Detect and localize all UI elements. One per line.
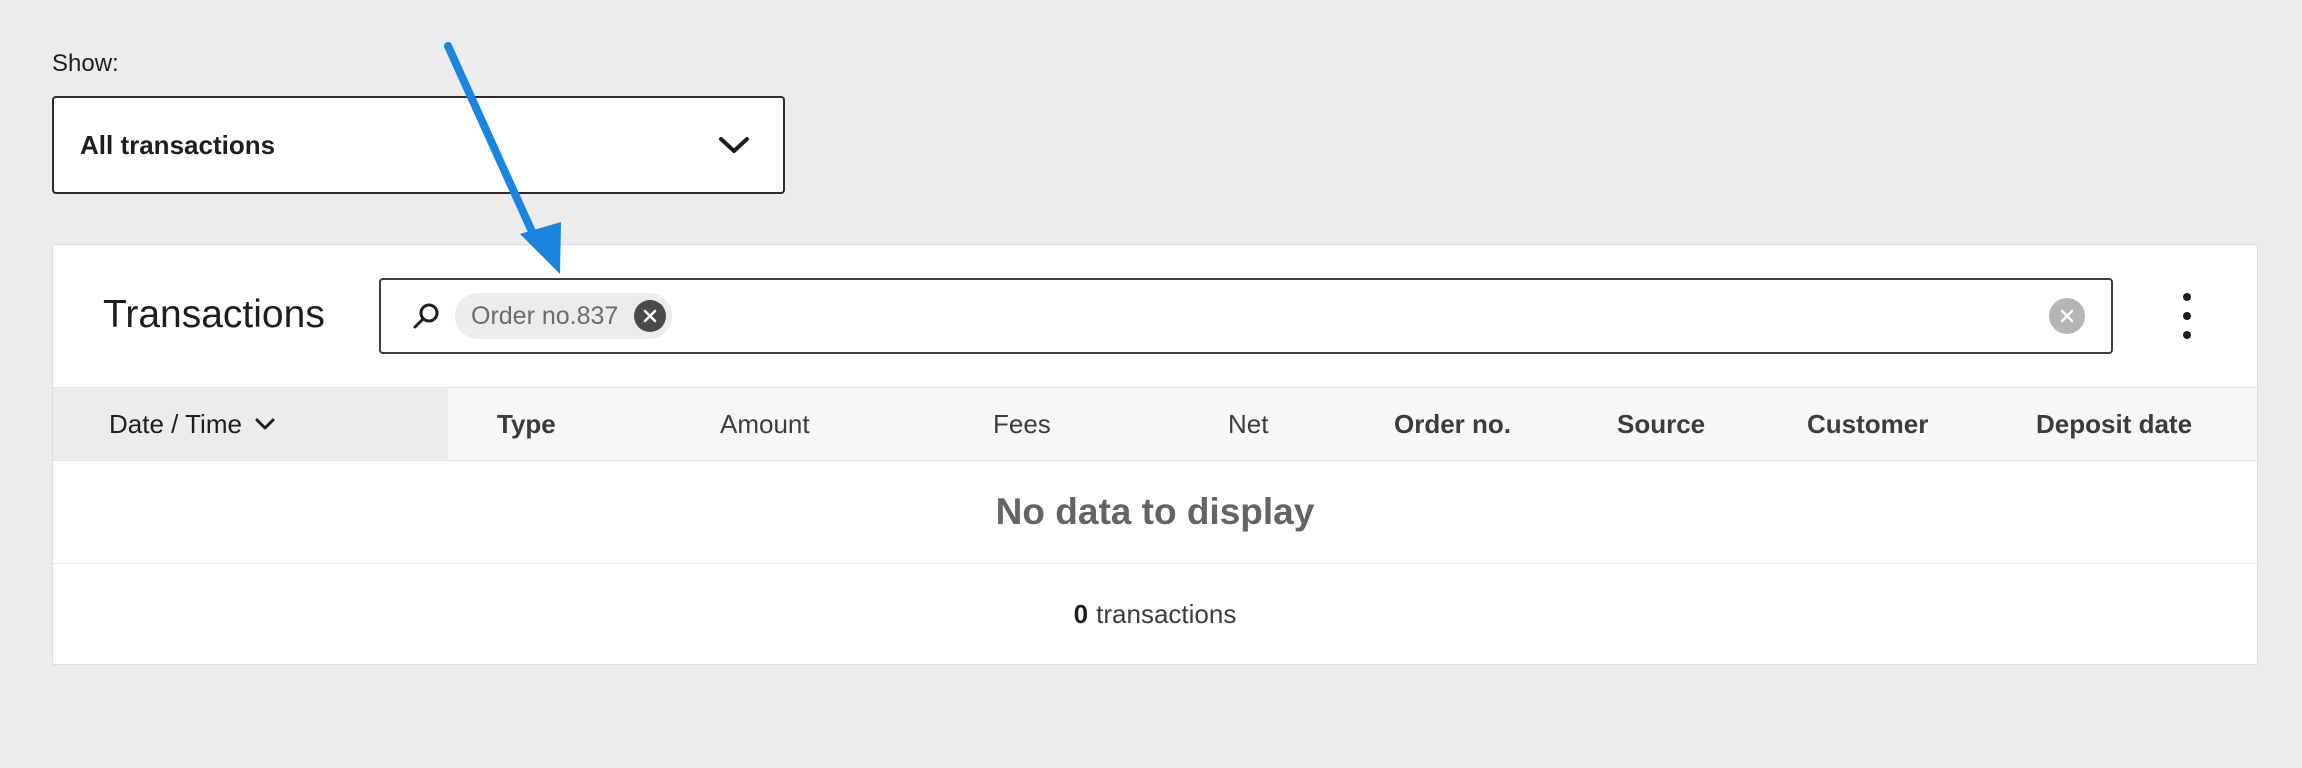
- search-filter-chip: Order no.837: [455, 293, 673, 339]
- transactions-card: Transactions Order no.837 Date / Time Ty…: [52, 244, 2258, 665]
- close-icon: [2060, 309, 2074, 323]
- card-header: Transactions Order no.837: [53, 245, 2257, 387]
- chip-label: Order no.837: [471, 301, 619, 330]
- transaction-count-label: transactions: [1096, 598, 1237, 629]
- empty-state-message: No data to display: [995, 491, 1315, 532]
- column-header-deposit-date[interactable]: Deposit date: [2036, 388, 2192, 460]
- chip-remove-button[interactable]: [634, 300, 667, 332]
- kebab-dot: [2183, 293, 2191, 301]
- search-input[interactable]: Order no.837: [379, 278, 2113, 354]
- column-header-label: Date / Time: [109, 408, 242, 439]
- column-header-amount[interactable]: Amount: [720, 388, 810, 460]
- column-header-net[interactable]: Net: [1228, 388, 1268, 460]
- show-label: Show:: [52, 50, 119, 77]
- transaction-filter-select[interactable]: All transactions: [52, 96, 785, 194]
- kebab-dot: [2183, 331, 2191, 339]
- column-header-customer[interactable]: Customer: [1807, 388, 1928, 460]
- card-title: Transactions: [103, 293, 325, 336]
- transaction-count: 0: [1073, 598, 1089, 629]
- more-options-button[interactable]: [2169, 293, 2205, 339]
- clear-search-button[interactable]: [2049, 298, 2085, 334]
- empty-state-row: No data to display: [53, 461, 2257, 564]
- select-value: All transactions: [80, 129, 276, 160]
- table-header: Date / Time Type Amount Fees Net Order n…: [53, 387, 2257, 461]
- chevron-down-icon: [719, 137, 749, 153]
- column-header-order-no[interactable]: Order no.: [1394, 388, 1511, 460]
- column-header-source[interactable]: Source: [1617, 388, 1705, 460]
- kebab-dot: [2183, 312, 2191, 320]
- close-icon: [644, 309, 657, 323]
- search-icon: [413, 303, 439, 329]
- column-header-fees[interactable]: Fees: [993, 388, 1051, 460]
- column-header-date-time[interactable]: Date / Time: [53, 388, 448, 460]
- table-summary: 0 transactions: [53, 564, 2257, 664]
- sort-descending-icon: [255, 418, 275, 430]
- column-header-type[interactable]: Type: [497, 388, 556, 460]
